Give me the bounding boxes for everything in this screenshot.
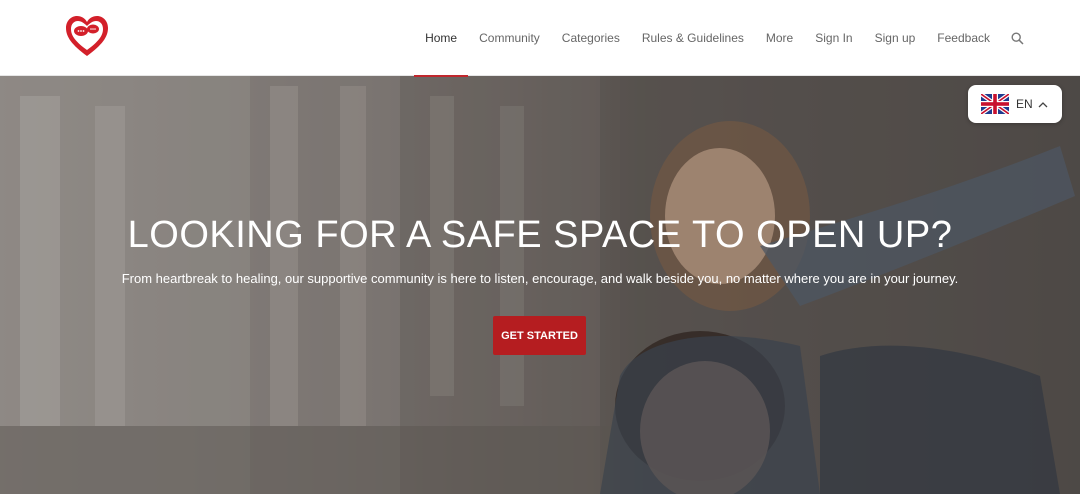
nav-more[interactable]: More	[755, 0, 804, 76]
uk-flag-icon	[981, 94, 1009, 114]
language-switcher[interactable]: EN	[968, 85, 1062, 123]
nav-home[interactable]: Home	[414, 0, 469, 77]
get-started-button[interactable]: GET STARTED	[493, 316, 586, 355]
hero-title: LOOKING FOR A SAFE SPACE TO OPEN UP?	[127, 214, 953, 256]
main-nav: Home Community Categories Rules & Guidel…	[414, 0, 1030, 77]
hero-subtitle: From heartbreak to healing, our supporti…	[121, 271, 959, 286]
language-code: EN	[1016, 97, 1033, 111]
nav-sign-up[interactable]: Sign up	[864, 0, 927, 76]
nav-feedback[interactable]: Feedback	[926, 0, 1001, 76]
site-header: Home Community Categories Rules & Guidel…	[0, 0, 1080, 77]
search-button[interactable]	[1001, 0, 1030, 76]
nav-sign-in[interactable]: Sign In	[804, 0, 863, 76]
heart-chat-logo[interactable]	[64, 14, 110, 60]
nav-categories[interactable]: Categories	[551, 0, 631, 76]
search-icon	[1011, 31, 1024, 45]
hero-section: LOOKING FOR A SAFE SPACE TO OPEN UP? Fro…	[0, 76, 1080, 494]
nav-rules-guidelines[interactable]: Rules & Guidelines	[631, 0, 755, 76]
nav-community[interactable]: Community	[468, 0, 551, 76]
chevron-up-icon	[1038, 101, 1048, 107]
